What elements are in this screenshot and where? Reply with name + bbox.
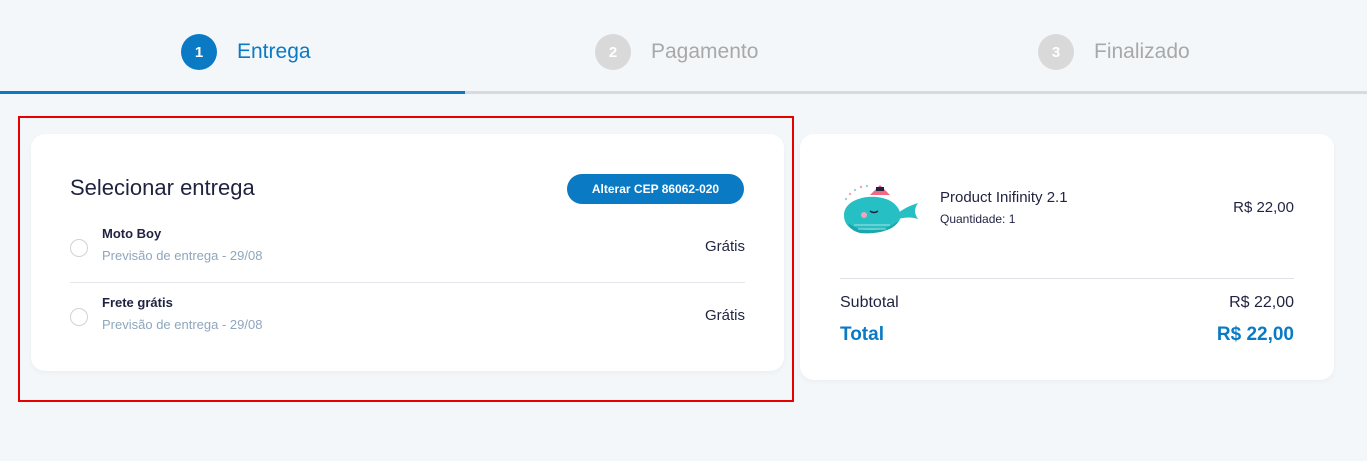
step-label: Finalizado bbox=[1094, 40, 1190, 63]
subtotal-value: R$ 22,00 bbox=[1229, 294, 1294, 311]
step-pagamento[interactable]: 2 Pagamento bbox=[595, 34, 758, 70]
step-entrega[interactable]: 1 Entrega bbox=[181, 34, 311, 70]
total-label: Total bbox=[840, 324, 884, 345]
step-number-badge: 1 bbox=[181, 34, 217, 70]
product-price: R$ 22,00 bbox=[1233, 199, 1294, 216]
summary-divider bbox=[840, 278, 1294, 279]
product-quantity: Quantidade: 1 bbox=[940, 212, 1016, 226]
step-number-badge: 2 bbox=[595, 34, 631, 70]
checkout-stepper: 1 Entrega 2 Pagamento 3 Finalizado bbox=[0, 0, 1367, 94]
step-number-badge: 3 bbox=[1038, 34, 1074, 70]
selection-highlight-box bbox=[18, 116, 794, 402]
total-value: R$ 22,00 bbox=[1216, 324, 1294, 345]
step-label: Entrega bbox=[237, 40, 311, 63]
step-label: Pagamento bbox=[651, 40, 759, 63]
order-summary-card: Product Inifinity 2.1 Quantidade: 1 R$ 2… bbox=[800, 134, 1334, 380]
step-finalizado[interactable]: 3 Finalizado bbox=[1038, 34, 1190, 70]
subtotal-label: Subtotal bbox=[840, 294, 899, 311]
product-name: Product Inifinity 2.1 bbox=[940, 189, 1068, 206]
progress-track bbox=[0, 91, 1367, 94]
progress-fill bbox=[0, 91, 465, 94]
whale-illustration-icon bbox=[840, 181, 922, 241]
